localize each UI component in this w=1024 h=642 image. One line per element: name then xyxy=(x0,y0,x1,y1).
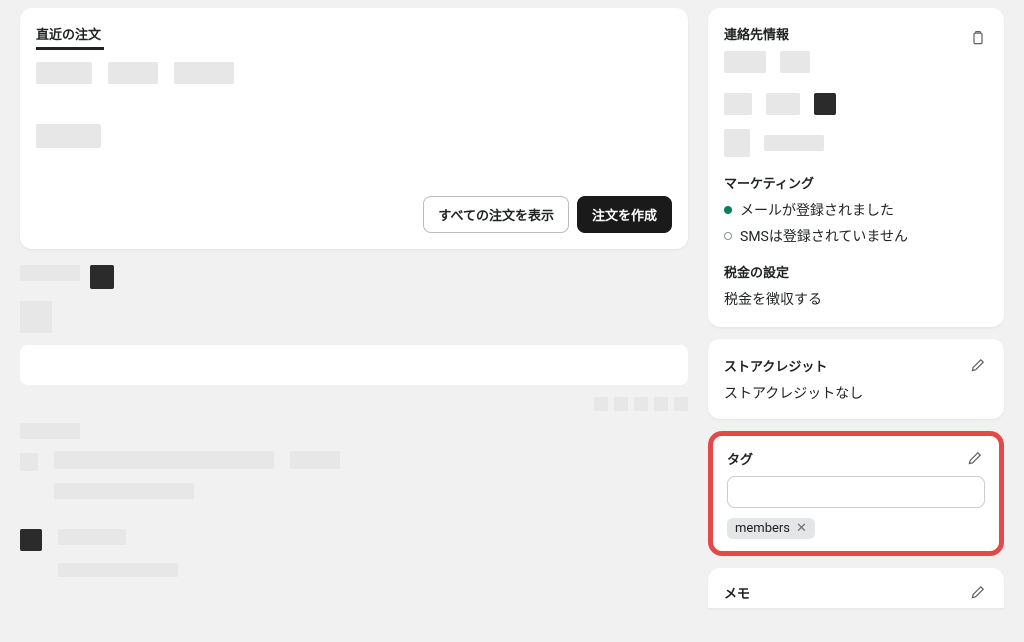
sms-marketing-status: SMSは登録されていません xyxy=(724,226,988,246)
create-order-button[interactable]: 注文を作成 xyxy=(577,196,672,233)
redacted-block xyxy=(724,51,766,73)
redacted-block xyxy=(724,129,750,157)
redacted-block xyxy=(20,301,52,333)
redacted-block xyxy=(20,423,80,439)
clipboard-icon[interactable] xyxy=(968,28,988,48)
redacted-block xyxy=(108,62,158,84)
redacted-block xyxy=(36,124,101,148)
redacted-block xyxy=(764,135,824,151)
tag-label: members xyxy=(735,521,790,536)
redacted-block xyxy=(54,451,274,469)
store-credit-card: ストアクレジット ストアクレジットなし xyxy=(708,339,1004,419)
redacted-block xyxy=(766,93,800,115)
redacted-block xyxy=(634,397,648,411)
tag-pill: members ✕ xyxy=(727,518,815,539)
status-dot-inactive-icon xyxy=(724,232,732,240)
store-credit-value: ストアクレジットなし xyxy=(724,383,988,403)
redacted-block xyxy=(674,397,688,411)
tag-remove-icon[interactable]: ✕ xyxy=(796,521,807,536)
redacted-block xyxy=(174,62,234,84)
email-marketing-status: メールが登録されました xyxy=(724,200,988,220)
contact-info-title: 連絡先情報 xyxy=(724,24,789,43)
edit-icon[interactable] xyxy=(968,355,988,375)
redacted-block xyxy=(614,397,628,411)
redacted-block xyxy=(20,453,38,471)
redacted-block xyxy=(58,529,126,545)
marketing-title: マーケティング xyxy=(724,173,988,192)
tags-title: タグ xyxy=(727,449,753,468)
redacted-block xyxy=(54,483,194,499)
sms-status-text: SMSは登録されていません xyxy=(740,226,908,246)
redacted-block xyxy=(20,529,42,551)
redacted-block xyxy=(20,265,80,281)
redacted-block xyxy=(36,62,92,84)
redacted-block xyxy=(58,563,178,577)
redacted-block xyxy=(724,93,752,115)
redacted-block xyxy=(90,265,114,289)
memo-card: メモ xyxy=(708,568,1004,608)
edit-icon[interactable] xyxy=(968,582,988,602)
redacted-block xyxy=(814,93,836,115)
memo-title: メモ xyxy=(724,583,750,602)
redacted-block xyxy=(594,397,608,411)
tab-underline xyxy=(36,47,104,50)
recent-orders-card: 直近の注文 すべての注文を表示 注文を作成 xyxy=(20,8,688,249)
status-dot-active-icon xyxy=(724,206,732,214)
tax-collect-text: 税金を徴収する xyxy=(724,289,988,309)
store-credit-title: ストアクレジット xyxy=(724,356,827,375)
contact-info-card: 連絡先情報 xyxy=(708,8,1004,327)
recent-orders-title: 直近の注文 xyxy=(36,24,672,43)
tag-input[interactable] xyxy=(727,476,985,508)
redacted-block xyxy=(780,51,810,73)
tax-settings-title: 税金の設定 xyxy=(724,262,988,281)
redacted-block xyxy=(654,397,668,411)
view-all-orders-button[interactable]: すべての注文を表示 xyxy=(423,196,569,233)
edit-icon[interactable] xyxy=(965,448,985,468)
redacted-block xyxy=(290,451,340,469)
timeline-section xyxy=(20,265,688,577)
email-status-text: メールが登録されました xyxy=(740,200,894,220)
tags-card: タグ members ✕ xyxy=(708,431,1004,556)
redacted-card xyxy=(20,345,688,385)
